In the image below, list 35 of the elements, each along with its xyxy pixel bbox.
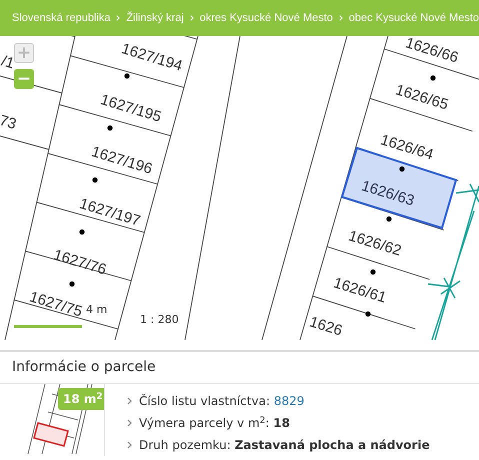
parcel-number[interactable]: 1627/76 [51, 246, 108, 279]
scale-distance: 4 m [86, 302, 108, 318]
chevron-icon [116, 14, 120, 22]
chevron-icon [190, 14, 194, 22]
info-line: Výmera parcely v m$^{2}$: 18 [139, 414, 290, 432]
parcel-point [69, 281, 75, 287]
section-title: Informácie o parcele [12, 358, 156, 377]
scale-bar [14, 325, 82, 328]
area-badge: 18 m$^{2}$ [58, 388, 104, 410]
info-line: Číslo listu vlastníctva: 8829 [139, 392, 304, 410]
parcel-number[interactable]: 1626/63 [359, 177, 416, 210]
parcel-point [386, 216, 392, 222]
parcel-number[interactable]: 1626/64 [378, 131, 436, 164]
parcel-point [399, 166, 405, 172]
parcel-point [92, 177, 98, 183]
parcel-point [107, 125, 113, 131]
parcel-number[interactable]: 1626 [307, 313, 344, 340]
parcel-point [370, 269, 376, 275]
parcel-point [79, 229, 85, 235]
parcel-number[interactable]: 1626/66 [403, 36, 460, 67]
parcel-number[interactable]: 1626/62 [346, 227, 404, 260]
parcel-number[interactable]: 1626/65 [393, 81, 450, 114]
parcel-point [430, 75, 436, 81]
scale-ratio: 1 : 280 [140, 312, 179, 328]
parcel-number[interactable]: 1627/75 [27, 288, 84, 321]
parcel-point [365, 311, 371, 317]
parcel-number[interactable]: /1 [0, 52, 16, 72]
chevron-icon [127, 441, 132, 449]
parcel-point [124, 73, 130, 79]
parcel-number[interactable]: 73 [0, 112, 18, 134]
parcel-number[interactable]: 1626/61 [331, 274, 388, 307]
info-line: Druh pozemku: Zastavaná plocha a nádvorie [139, 437, 430, 454]
chevron-icon [127, 397, 132, 405]
chevron-icon [127, 419, 132, 427]
chevron-icon [338, 14, 343, 22]
